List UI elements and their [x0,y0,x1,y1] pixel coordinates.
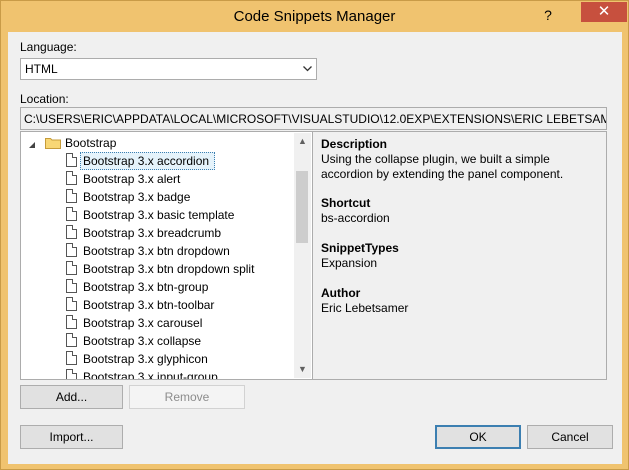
snippet-list-item[interactable]: Bootstrap 3.x btn-group [61,278,293,296]
location-field[interactable]: C:\USERS\ERIC\APPDATA\LOCAL\MICROSOFT\VI… [20,107,607,130]
snippet-list-item[interactable]: Bootstrap 3.x glyphicon [61,350,293,368]
author-value: Eric Lebetsamer [321,301,409,315]
snippet-label: Bootstrap 3.x glyphicon [83,352,208,366]
shortcut-value: bs-accordion [321,211,390,225]
snippet-label: Bootstrap 3.x input-group [83,370,218,380]
snippet-list-item[interactable]: Bootstrap 3.x input-group [61,368,293,380]
folder-icon [45,136,61,152]
snippet-label: Bootstrap 3.x badge [83,190,191,204]
snippet-file-icon [66,279,77,293]
scroll-up-icon[interactable]: ▲ [294,133,311,150]
snippet-list-item[interactable]: Bootstrap 3.x btn dropdown [61,242,293,260]
remove-button[interactable]: Remove [129,385,245,409]
chevron-down-icon[interactable] [298,59,316,79]
snippet-label: Bootstrap 3.x btn dropdown split [83,262,255,276]
language-dropdown[interactable]: HTML [20,58,317,80]
snippet-label: Bootstrap 3.x alert [83,172,181,186]
language-label: Language: [20,40,77,54]
snippet-label: Bootstrap 3.x btn dropdown [83,244,230,258]
close-button[interactable]: ✕ [581,2,627,22]
description-heading: Description [321,137,388,151]
snippet-file-icon [66,351,77,365]
snippet-label: Bootstrap 3.x collapse [83,334,202,348]
add-button[interactable]: Add... [20,385,123,409]
author-heading: Author [321,286,361,300]
snippet-label: Bootstrap 3.x carousel [83,316,203,330]
snippet-list-item[interactable]: Bootstrap 3.x accordion [61,152,293,170]
snippet-label: Bootstrap 3.x accordion [83,154,210,168]
window-title: Code Snippets Manager [233,8,396,25]
snippet-file-icon [66,243,77,257]
cancel-button[interactable]: Cancel [527,425,613,449]
snippet-file-icon [66,261,77,275]
scroll-thumb[interactable] [296,171,308,243]
help-icon[interactable]: ? [541,7,555,23]
snippet-file-icon [66,315,77,329]
snippet-list-item[interactable]: Bootstrap 3.x carousel [61,314,293,332]
snippet-file-icon [66,189,77,203]
snippet-list-item[interactable]: Bootstrap 3.x badge [61,188,293,206]
expanded-arrow-icon[interactable] [29,138,36,152]
tree-scrollbar[interactable]: ▲ ▼ [294,133,311,378]
snippet-file-icon [66,225,77,239]
snippet-file-icon [66,297,77,311]
location-value: C:\USERS\ERIC\APPDATA\LOCAL\MICROSOFT\VI… [24,112,606,126]
snippet-file-icon [66,369,77,379]
language-selected-value: HTML [25,62,58,76]
snippet-list-item[interactable]: Bootstrap 3.x basic template [61,206,293,224]
snippet-list-item[interactable]: Bootstrap 3.x alert [61,170,293,188]
title-bar[interactable]: Code Snippets Manager ? ✕ [1,1,628,32]
snippet-label: Bootstrap 3.x basic template [83,208,235,222]
details-panel: Description Using the collapse plugin, w… [313,131,607,380]
snippet-types-value: Expansion [321,256,378,270]
snippet-file-icon [66,333,77,347]
snippet-list-item[interactable]: Bootstrap 3.x breadcrumb [61,224,293,242]
snippet-list-item[interactable]: Bootstrap 3.x btn-toolbar [61,296,293,314]
scroll-down-icon[interactable]: ▼ [294,361,311,378]
tree-folder-bootstrap[interactable]: Bootstrap [21,134,293,152]
snippet-file-icon [66,207,77,221]
snippet-file-icon [66,171,77,185]
shortcut-heading: Shortcut [321,196,371,210]
snippet-list-item[interactable]: Bootstrap 3.x btn dropdown split [61,260,293,278]
description-text: Using the collapse plugin, we built a si… [321,152,564,181]
snippet-label: Bootstrap 3.x btn-group [83,280,209,294]
snippet-label: Bootstrap 3.x breadcrumb [83,226,222,240]
ok-button[interactable]: OK [435,425,521,449]
location-label: Location: [20,92,69,106]
folder-label: Bootstrap [65,136,117,150]
snippet-file-icon [66,153,77,167]
snippet-list-item[interactable]: Bootstrap 3.x collapse [61,332,293,350]
snippet-label: Bootstrap 3.x btn-toolbar [83,298,215,312]
import-button[interactable]: Import... [20,425,123,449]
snippet-types-heading: SnippetTypes [321,241,399,255]
snippet-tree[interactable]: Bootstrap Bootstrap 3.x accordion Bootstr… [20,131,313,380]
